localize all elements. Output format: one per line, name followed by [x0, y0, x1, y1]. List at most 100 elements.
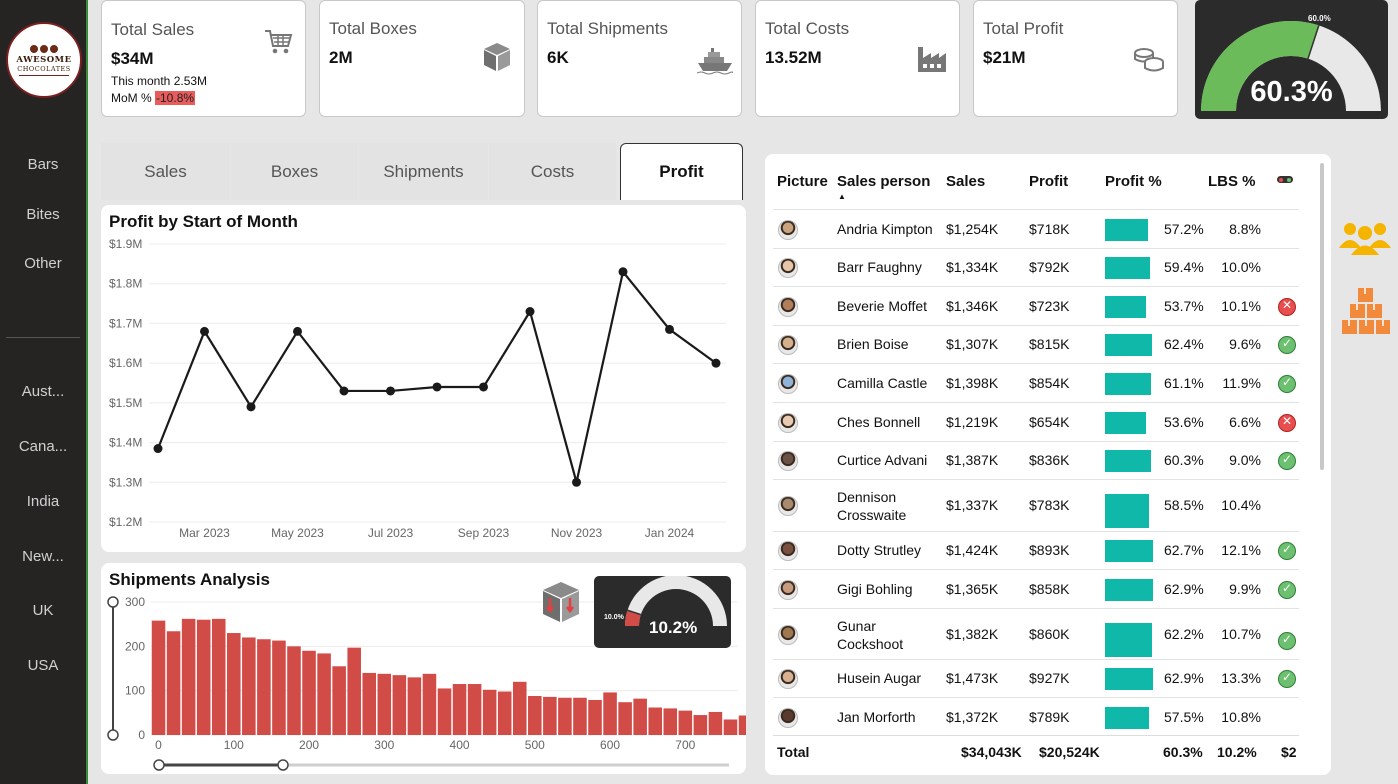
shipment-bar[interactable] [242, 637, 256, 735]
profit-data-point[interactable] [432, 382, 442, 392]
shipment-bar[interactable] [392, 675, 407, 735]
col-header-profit-pct[interactable]: Profit % [1105, 173, 1162, 190]
shipment-bar[interactable] [166, 631, 181, 735]
profit-value: $815K [1029, 336, 1070, 352]
shipment-bar[interactable] [347, 647, 361, 735]
slicer-item-canada[interactable]: Cana... [0, 438, 86, 455]
profit-data-point[interactable] [153, 444, 163, 454]
slicer-item-new-zealand[interactable]: New... [0, 548, 86, 565]
boxes-stack-icon[interactable] [1341, 286, 1391, 336]
table-row[interactable]: Curtice Advani $1,387K $836K 60.3% 9.0% [773, 441, 1299, 479]
sales-value: $1,398K [946, 374, 999, 391]
profit-data-point[interactable] [618, 267, 628, 277]
shipment-bar[interactable] [452, 684, 467, 735]
col-header-picture[interactable]: Picture [777, 173, 828, 190]
profit-data-point[interactable] [525, 307, 535, 317]
shipment-bar[interactable] [512, 681, 527, 735]
shipment-bar[interactable] [678, 710, 693, 735]
table-row[interactable]: Barr Faughny $1,334K $792K 59.4% 10.0% [773, 248, 1299, 286]
profit-data-point[interactable] [479, 382, 488, 392]
slicer-item-uk[interactable]: UK [0, 602, 86, 619]
profit-data-point[interactable] [386, 386, 395, 396]
table-row[interactable]: Husein Augar $1,473K $927K 62.9% 13.3% [773, 659, 1299, 697]
tab-shipments[interactable]: Shipments [359, 143, 488, 200]
shipment-bar[interactable] [257, 639, 271, 735]
shipment-bar[interactable] [482, 689, 497, 735]
table-row[interactable]: Gunar Cockshoot $1,382K $860K 62.2% 10.7% [773, 608, 1299, 659]
col-header-sales-person[interactable]: Sales person [837, 173, 930, 190]
tab-costs[interactable]: Costs [489, 143, 616, 200]
profit-data-point[interactable] [246, 402, 256, 412]
slicer-item-india[interactable]: India [0, 493, 86, 510]
profit-pct-value: 62.2% [1164, 625, 1204, 642]
shipment-bar[interactable] [302, 650, 316, 735]
table-row[interactable]: Dennison Crosswaite $1,337K $783K 58.5% 10.4% [773, 479, 1299, 531]
shipment-bar[interactable] [588, 699, 602, 735]
table-row[interactable]: Brien Boise $1,307K $815K 62.4% 9.6% [773, 325, 1299, 363]
shipment-bar[interactable] [467, 684, 482, 735]
shipment-bar[interactable] [362, 672, 377, 735]
sales-person-name: Barr Faughny [837, 259, 922, 275]
shipment-bar[interactable] [196, 619, 211, 735]
shipment-bar[interactable] [738, 715, 746, 735]
lbs-pct-value: 9.0% [1229, 452, 1261, 468]
shipment-bar[interactable] [497, 691, 512, 735]
col-header-sales[interactable]: Sales [946, 173, 985, 190]
table-row[interactable]: Camilla Castle $1,398K $854K 61.1% 11.9% [773, 363, 1299, 402]
shipment-bar[interactable] [708, 711, 723, 735]
shipment-bar[interactable] [181, 618, 196, 735]
shipment-bar[interactable] [227, 633, 241, 735]
profit-data-point[interactable] [293, 326, 302, 336]
profit-data-point[interactable] [200, 326, 209, 336]
shipment-bar[interactable] [287, 646, 301, 735]
table-row[interactable]: Beverie Moffet $1,346K $723K 53.7% 10.1% [773, 286, 1299, 325]
shipment-bar[interactable] [528, 695, 542, 735]
profit-data-point[interactable] [572, 477, 581, 487]
slicer-item-australia[interactable]: Aust... [0, 383, 86, 400]
shipment-bar[interactable] [151, 620, 166, 735]
table-row[interactable]: Jan Morforth $1,372K $789K 57.5% 10.8% [773, 697, 1299, 737]
x-range-slider-handle[interactable] [277, 759, 289, 771]
table-scrollbar[interactable] [1320, 163, 1324, 470]
profit-data-point[interactable] [339, 386, 349, 396]
tab-boxes[interactable]: Boxes [231, 143, 358, 200]
damaged-box-icon [543, 582, 579, 622]
profit-data-point[interactable] [665, 324, 674, 334]
shipment-bar[interactable] [573, 697, 587, 735]
slicer-item-usa[interactable]: USA [0, 657, 86, 674]
shipment-bar[interactable] [603, 692, 617, 735]
x-tick-label: 700 [675, 738, 695, 752]
col-header-profit[interactable]: Profit [1029, 173, 1068, 190]
y-range-slider-handle[interactable] [107, 729, 119, 741]
shipment-bar[interactable] [618, 702, 632, 735]
shipment-bar[interactable] [558, 697, 572, 735]
col-header-lbs-pct[interactable]: LBS % [1208, 173, 1256, 190]
shipment-bar[interactable] [317, 653, 331, 735]
shipment-bar[interactable] [407, 677, 422, 735]
slicer-item-bars[interactable]: Bars [0, 156, 86, 173]
x-range-slider-handle[interactable] [153, 759, 165, 771]
shipment-bar[interactable] [272, 640, 286, 735]
shipment-bar[interactable] [437, 688, 452, 735]
table-row[interactable]: Ches Bonnell $1,219K $654K 53.6% 6.6% [773, 402, 1299, 441]
shipment-bar[interactable] [693, 715, 708, 735]
shipment-bar[interactable] [633, 698, 647, 735]
table-row[interactable]: Dotty Strutley $1,424K $893K 62.7% 12.1% [773, 531, 1299, 569]
shipment-bar[interactable] [663, 708, 678, 735]
shipment-bar[interactable] [211, 618, 226, 735]
shipment-bar[interactable] [648, 707, 662, 735]
tab-profit[interactable]: Profit [620, 143, 743, 200]
table-row[interactable]: Gigi Bohling $1,365K $858K 62.9% 9.9% [773, 569, 1299, 608]
shipment-bar[interactable] [422, 673, 437, 735]
slicer-item-bites[interactable]: Bites [0, 206, 86, 223]
profit-data-point[interactable] [711, 358, 721, 368]
shipment-bar[interactable] [377, 673, 392, 735]
y-range-slider-handle[interactable] [107, 596, 119, 608]
slicer-item-other[interactable]: Other [0, 255, 86, 272]
tab-sales[interactable]: Sales [101, 143, 230, 200]
shipment-bar[interactable] [543, 696, 557, 735]
shipment-bar[interactable] [332, 666, 346, 735]
team-icon[interactable] [1338, 220, 1392, 256]
table-row[interactable]: Andria Kimpton $1,254K $718K 57.2% 8.8% [773, 209, 1299, 248]
shipment-bar[interactable] [723, 719, 738, 735]
